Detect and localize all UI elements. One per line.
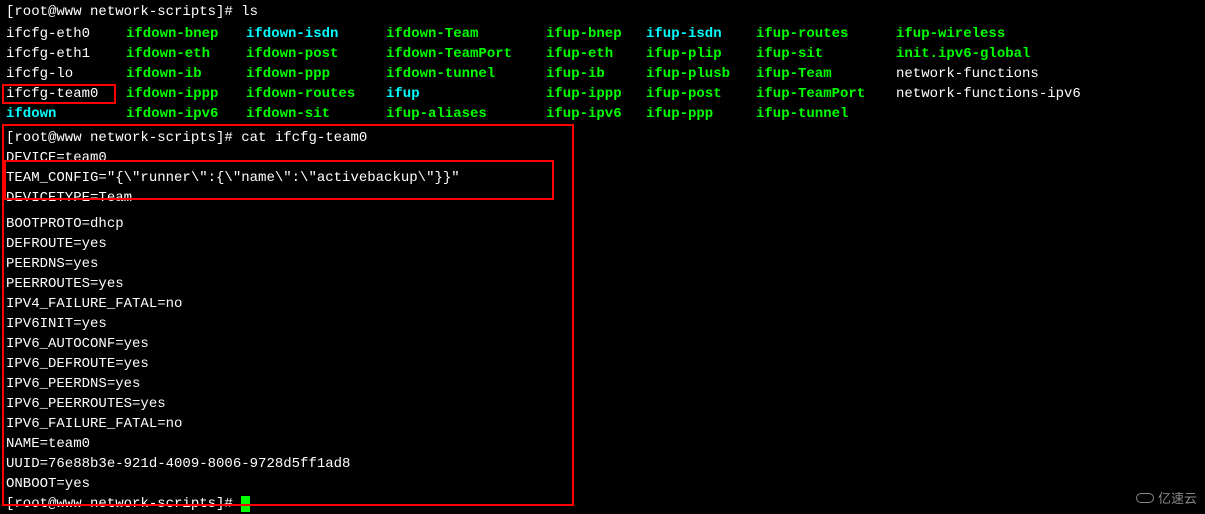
file: ifdown-ppp (246, 64, 386, 84)
file: ifup-post (646, 84, 756, 104)
cfg-line: IPV4_FAILURE_FATAL=no (6, 294, 1199, 314)
cfg-line: IPV6_AUTOCONF=yes (6, 334, 1199, 354)
file: ifup-sit (756, 44, 896, 64)
file: network-functions-ipv6 (896, 84, 1136, 104)
file: ifdown-eth (126, 44, 246, 64)
file: ifup-plip (646, 44, 756, 64)
file: ifup (386, 84, 546, 104)
cfg-line: NAME=team0 (6, 434, 1199, 454)
file: ifup-ipv6 (546, 104, 646, 124)
cloud-icon (1136, 493, 1154, 503)
file: ifup-aliases (386, 104, 546, 124)
command-ls: ls (241, 4, 258, 20)
file: ifup-isdn (646, 24, 756, 44)
file: ifcfg-eth0 (6, 24, 126, 44)
file: ifup-bnep (546, 24, 646, 44)
shell-prompt: [root@www network-scripts]# (6, 4, 241, 20)
cfg-line: TEAM_CONFIG="{\"runner\":{\"name\":\"act… (6, 168, 1199, 188)
cfg-line: DEVICETYPE=Team (6, 188, 1199, 208)
file: ifcfg-lo (6, 64, 126, 84)
cfg-line: PEERDNS=yes (6, 254, 1199, 274)
file: ifup-wireless (896, 24, 1136, 44)
cfg-line: BOOTPROTO=dhcp (6, 214, 1199, 234)
file: ifup-tunnel (756, 104, 896, 124)
cfg-line: DEFROUTE=yes (6, 234, 1199, 254)
file: ifdown (6, 104, 126, 124)
cursor-icon (241, 496, 250, 512)
file: ifdown-TeamPort (386, 44, 546, 64)
cfg-line: PEERROUTES=yes (6, 274, 1199, 294)
file: ifcfg-team0 (6, 84, 126, 104)
watermark-text: 亿速云 (1158, 488, 1197, 507)
file: ifup-TeamPort (756, 84, 896, 104)
file: ifdown-routes (246, 84, 386, 104)
file: ifup-plusb (646, 64, 756, 84)
file: ifup-Team (756, 64, 896, 84)
file: ifup-ppp (646, 104, 756, 124)
cfg-line: IPV6_PEERDNS=yes (6, 374, 1199, 394)
cfg-line: ONBOOT=yes (6, 474, 1199, 494)
file: ifdown-tunnel (386, 64, 546, 84)
cfg-line: IPV6_FAILURE_FATAL=no (6, 414, 1199, 434)
cfg-line: IPV6_DEFROUTE=yes (6, 354, 1199, 374)
file: ifdown-ipv6 (126, 104, 246, 124)
file: ifdown-bnep (126, 24, 246, 44)
command-cat: cat ifcfg-team0 (241, 130, 367, 146)
prompt-line-2: [root@www network-scripts]# cat ifcfg-te… (6, 128, 1199, 148)
ls-output: ifcfg-eth0 ifdown-bnep ifdown-isdn ifdow… (6, 24, 1199, 124)
cfg-line: IPV6INIT=yes (6, 314, 1199, 334)
file: ifup-ib (546, 64, 646, 84)
file: ifdown-ippp (126, 84, 246, 104)
shell-prompt: [root@www network-scripts]# (6, 496, 241, 512)
file: ifdown-sit (246, 104, 386, 124)
watermark: 亿速云 (1136, 488, 1197, 507)
file: ifdown-Team (386, 24, 546, 44)
cat-section: [root@www network-scripts]# cat ifcfg-te… (6, 128, 1199, 514)
file: init.ipv6-global (896, 44, 1136, 64)
shell-prompt: [root@www network-scripts]# (6, 130, 241, 146)
file: ifdown-isdn (246, 24, 386, 44)
prompt-line-3[interactable]: [root@www network-scripts]# (6, 494, 1199, 514)
file: network-functions (896, 64, 1136, 84)
file: ifup-ippp (546, 84, 646, 104)
prompt-line-1: [root@www network-scripts]# ls (6, 2, 1199, 22)
file: ifcfg-eth1 (6, 44, 126, 64)
file: ifup-routes (756, 24, 896, 44)
file (896, 104, 1136, 124)
cfg-line: UUID=76e88b3e-921d-4009-8006-9728d5ff1ad… (6, 454, 1199, 474)
cfg-line: DEVICE=team0 (6, 148, 1199, 168)
cfg-line: IPV6_PEERROUTES=yes (6, 394, 1199, 414)
file: ifdown-ib (126, 64, 246, 84)
file: ifdown-post (246, 44, 386, 64)
file: ifup-eth (546, 44, 646, 64)
